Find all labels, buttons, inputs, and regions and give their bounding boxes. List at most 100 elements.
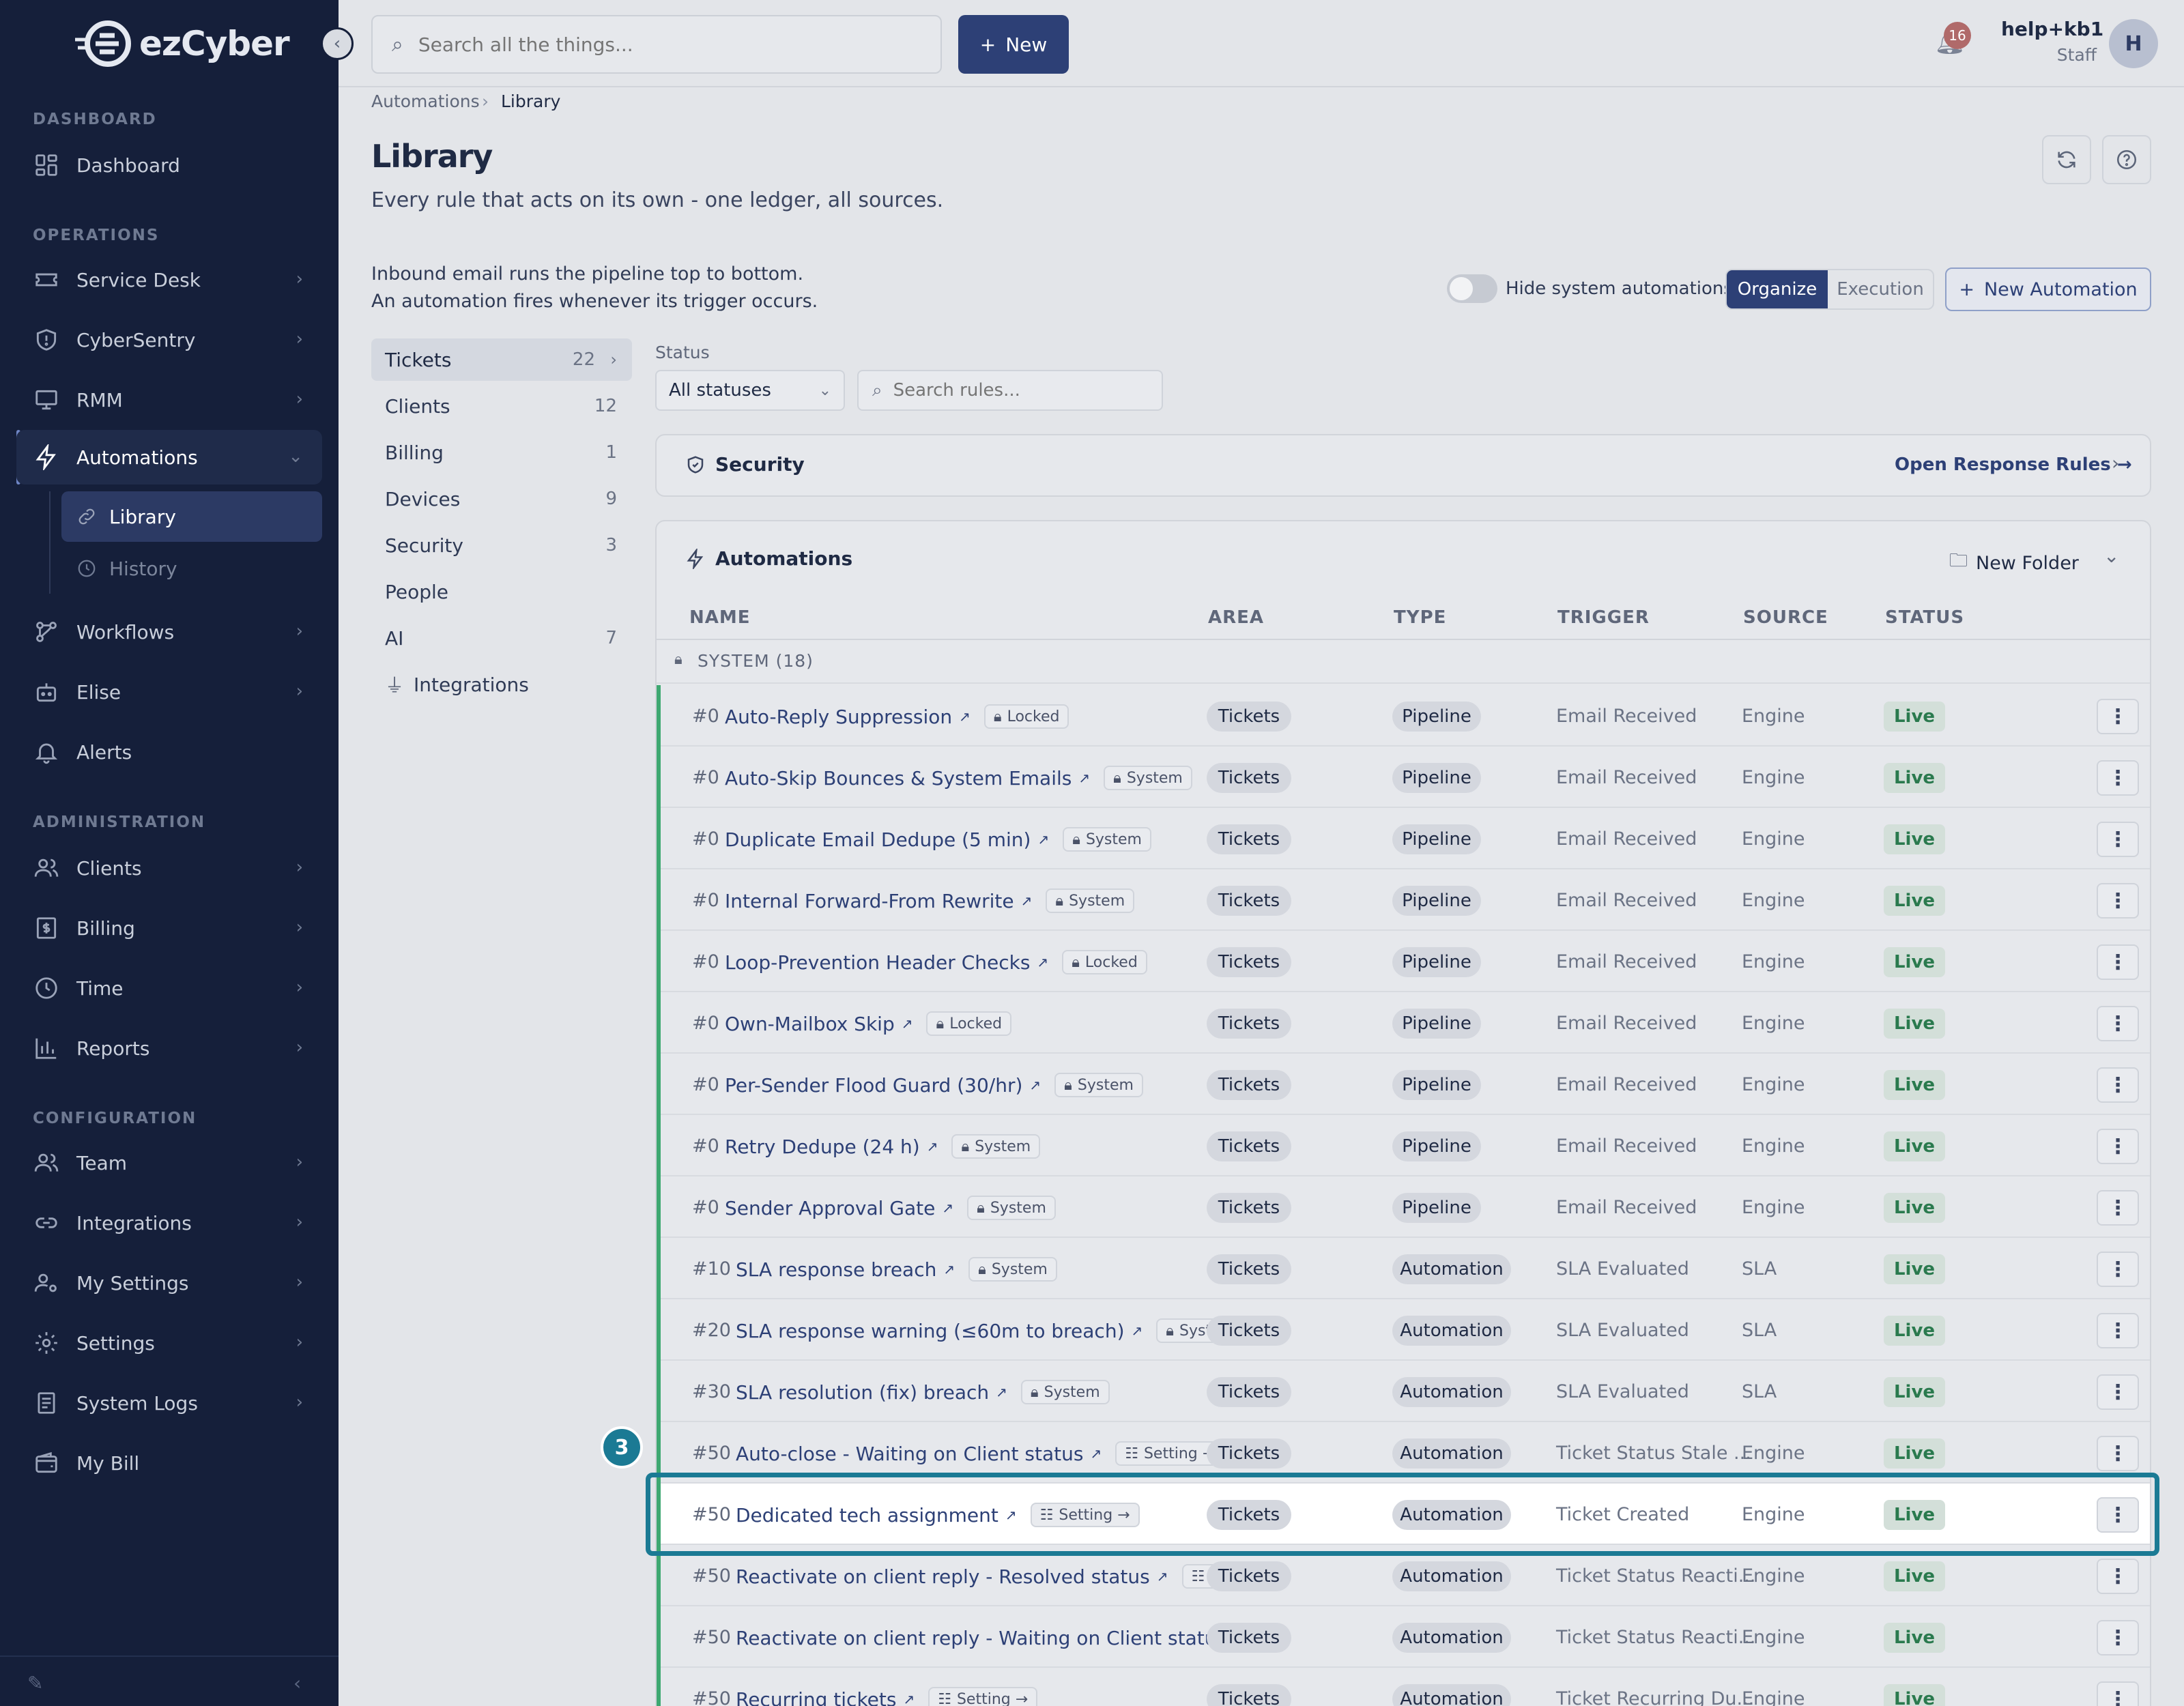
sidebar-item-dashboard[interactable]: Dashboard	[16, 138, 322, 192]
sidebar-subitem-library[interactable]: Library	[61, 491, 322, 542]
table-row[interactable]: #0 Retry Dedupe (24 h) ↗ 🔒︎ System Tickets Pi…	[657, 1115, 2150, 1176]
row-menu-button[interactable]: ⋮	[2097, 1067, 2139, 1103]
sidebar-item-alerts[interactable]: Alerts	[16, 725, 322, 779]
mode-execution-button[interactable]: Execution	[1828, 270, 1933, 308]
row-menu-button[interactable]: ⋮	[2097, 1190, 2139, 1226]
breadcrumb-parent[interactable]: Automations	[371, 91, 480, 111]
col-name[interactable]: NAME	[689, 607, 751, 628]
row-menu-button[interactable]: ⋮	[2097, 1681, 2139, 1706]
col-type[interactable]: TYPE	[1394, 607, 1446, 628]
open-response-rules-link[interactable]: Open Response Rules →	[1895, 454, 2132, 475]
rule-name-link[interactable]: Auto-close - Waiting on Client status ↗ ☷ …	[736, 1441, 1213, 1466]
sidebar-item-time[interactable]: Time ›	[16, 961, 322, 1015]
mode-organize-button[interactable]: Organize	[1727, 270, 1828, 308]
row-menu-button[interactable]: ⋮	[2097, 1252, 2139, 1287]
rule-name-link[interactable]: Loop-Prevention Header Checks ↗ 🔒︎ Locked	[725, 950, 1147, 974]
sidebar-item-rmm[interactable]: RMM ›	[16, 373, 322, 427]
table-row[interactable]: #50 Reactivate on client reply - Waiting …	[657, 1606, 2150, 1668]
category-integrations[interactable]: ⏚ Integrations	[371, 663, 632, 706]
sidebar-subitem-history[interactable]: History	[61, 543, 322, 594]
rule-name-link[interactable]: SLA response warning (≤60m to breach) ↗ 🔒︎…	[736, 1318, 1213, 1343]
rule-name-link[interactable]: Internal Forward-From Rewrite ↗ 🔒︎ System	[725, 888, 1135, 913]
rule-name-link[interactable]: Retry Dedupe (24 h) ↗ 🔒︎ System	[725, 1134, 1041, 1159]
help-button[interactable]	[2102, 135, 2151, 184]
row-menu-button[interactable]: ⋮	[2097, 822, 2139, 857]
row-menu-button[interactable]: ⋮	[2097, 1620, 2139, 1656]
row-menu-button[interactable]: ⋮	[2097, 699, 2139, 734]
category-ai[interactable]: AI 7	[371, 617, 632, 659]
sidebar-item-team[interactable]: Team ›	[16, 1136, 322, 1190]
table-row[interactable]: #0 Sender Approval Gate ↗ 🔒︎ System Tickets P…	[657, 1176, 2150, 1238]
new-folder-button[interactable]: 🗀︎ New Folder	[1949, 547, 2079, 579]
sidebar-item-service-desk[interactable]: Service Desk ›	[16, 252, 322, 307]
rule-search[interactable]: ⌕	[857, 370, 1163, 411]
chevron-down-icon[interactable]: ⌄	[2103, 545, 2119, 567]
category-security[interactable]: Security 3	[371, 524, 632, 566]
sidebar-item-clients[interactable]: Clients ›	[16, 841, 322, 895]
avatar[interactable]: H	[2109, 19, 2158, 68]
sidebar-item-automations[interactable]: Automations ⌄	[16, 430, 322, 485]
rule-name-link[interactable]: SLA resolution (fix) breach ↗ 🔒︎ System	[736, 1380, 1110, 1404]
rule-name-link[interactable]: Duplicate Email Dedupe (5 min) ↗ 🔒︎ System	[725, 827, 1151, 852]
category-devices[interactable]: Devices 9	[371, 478, 632, 520]
table-row[interactable]: #0 Auto-Reply Suppression ↗ 🔒︎ Locked Ticket…	[657, 685, 2150, 747]
status-filter-select[interactable]: All statuses ⌄	[655, 370, 845, 411]
rule-name-link[interactable]: Own-Mailbox Skip ↗ 🔒︎ Locked	[725, 1011, 1012, 1036]
row-menu-button[interactable]: ⋮	[2097, 1559, 2139, 1594]
rule-search-input[interactable]	[893, 380, 1139, 401]
table-row[interactable]: #30 SLA resolution (fix) breach ↗ 🔒︎ System…	[657, 1361, 2150, 1422]
category-billing[interactable]: Billing 1	[371, 431, 632, 474]
category-people[interactable]: People	[371, 570, 632, 613]
sidebar-item-billing[interactable]: Billing ›	[16, 901, 322, 955]
user-name[interactable]: help+kb1	[2001, 18, 2103, 40]
global-search-input[interactable]	[418, 33, 896, 56]
sidebar-collapse-button[interactable]: ‹	[321, 27, 354, 60]
row-menu-button[interactable]: ⋮	[2097, 1436, 2139, 1471]
col-status[interactable]: STATUS	[1885, 607, 1964, 628]
col-trigger[interactable]: TRIGGER	[1557, 607, 1650, 628]
col-source[interactable]: SOURCE	[1743, 607, 1828, 628]
category-tickets[interactable]: Tickets 22 ›	[371, 338, 632, 381]
rule-name-link[interactable]: Auto-Skip Bounces & System Emails ↗ 🔒︎ Sys…	[725, 766, 1192, 790]
table-row[interactable]: #0 Per-Sender Flood Guard (30/hr) ↗ 🔒︎ Syst…	[657, 1054, 2150, 1115]
row-menu-button[interactable]: ⋮	[2097, 1006, 2139, 1041]
collapse-left-icon[interactable]: ‹	[293, 1672, 301, 1694]
sidebar-item-my-bill[interactable]: My Bill	[16, 1436, 322, 1490]
sidebar-item-reports[interactable]: Reports ›	[16, 1021, 322, 1075]
rule-name-link[interactable]: Auto-Reply Suppression ↗ 🔒︎ Locked	[725, 704, 1069, 729]
sidebar-item-settings[interactable]: Settings ›	[16, 1316, 322, 1370]
sidebar-item-my-settings[interactable]: My Settings ›	[16, 1256, 322, 1310]
sidebar-item-cybersentry[interactable]: CyberSentry ›	[16, 313, 322, 367]
table-row[interactable]: #50 Recurring tickets ↗ ☷ Setting → Tickets A…	[657, 1668, 2150, 1706]
row-menu-button[interactable]: ⋮	[2097, 760, 2139, 796]
row-menu-button[interactable]: ⋮	[2097, 944, 2139, 980]
rule-name-link[interactable]: Per-Sender Flood Guard (30/hr) ↗ 🔒︎ System	[725, 1073, 1143, 1097]
table-row[interactable]: #0 Auto-Skip Bounces & System Emails ↗ 🔒︎ S…	[657, 747, 2150, 808]
sidebar-item-workflows[interactable]: Workflows ›	[16, 605, 322, 659]
col-area[interactable]: AREA	[1208, 607, 1264, 628]
rule-name-link[interactable]: Recurring tickets ↗ ☷ Setting →	[736, 1687, 1038, 1706]
refresh-button[interactable]	[2042, 135, 2091, 184]
row-menu-button[interactable]: ⋮	[2097, 883, 2139, 919]
table-row[interactable]: #20 SLA response warning (≤60m to breach)…	[657, 1299, 2150, 1361]
row-menu-button[interactable]: ⋮	[2097, 1129, 2139, 1164]
group-system[interactable]: 🔒︎ SYSTEM (18)	[657, 641, 2150, 684]
hide-system-toggle[interactable]	[1447, 274, 1497, 303]
sidebar-item-integrations[interactable]: Integrations ›	[16, 1196, 322, 1250]
chevron-right-icon[interactable]: ›	[2112, 452, 2119, 474]
table-row[interactable]: #0 Loop-Prevention Header Checks ↗ 🔒︎ Locke…	[657, 931, 2150, 992]
row-menu-button[interactable]: ⋮	[2097, 1374, 2139, 1410]
sidebar-item-elise[interactable]: Elise ›	[16, 665, 322, 719]
rule-name-link[interactable]: SLA response breach ↗ 🔒︎ System	[736, 1257, 1057, 1282]
new-button[interactable]: + New	[958, 15, 1069, 74]
sidebar-item-system-logs[interactable]: System Logs ›	[16, 1376, 322, 1430]
table-row[interactable]: #0 Duplicate Email Dedupe (5 min) ↗ 🔒︎ Syst…	[657, 808, 2150, 869]
rule-name-link[interactable]: Reactivate on client reply - Resolved st…	[736, 1564, 1213, 1589]
rule-name-link[interactable]: Reactivate on client reply - Waiting on …	[736, 1625, 1213, 1650]
table-row[interactable]: #0 Internal Forward-From Rewrite ↗ 🔒︎ Syste…	[657, 869, 2150, 931]
category-clients[interactable]: Clients 12	[371, 385, 632, 427]
logo[interactable]: ezCyber	[74, 15, 290, 72]
global-search[interactable]: ⌕	[371, 15, 942, 74]
row-menu-button[interactable]: ⋮	[2097, 1313, 2139, 1348]
new-automation-button[interactable]: + New Automation	[1945, 268, 2151, 311]
